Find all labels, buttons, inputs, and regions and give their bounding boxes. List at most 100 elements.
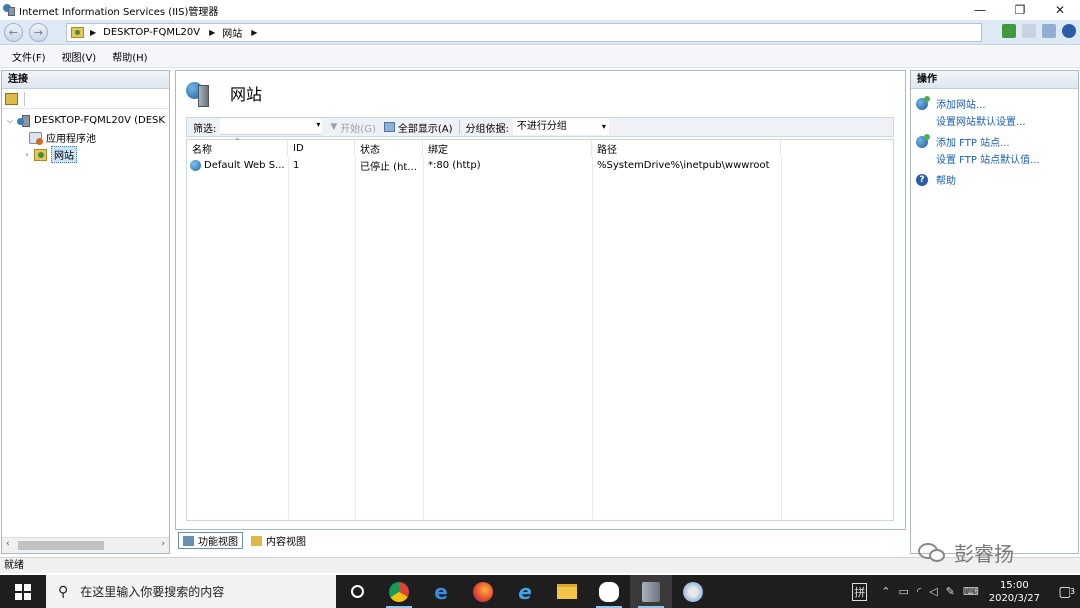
chevron-right-icon[interactable]: › [22,150,32,159]
chevron-right-icon[interactable]: ▶ [251,28,257,37]
chevron-right-icon[interactable]: ▶ [90,28,96,37]
column-header-path[interactable]: 路径 [592,140,781,157]
breadcrumb-sites[interactable]: 网站 [222,25,242,40]
taskbar-search[interactable]: ⚲ 在这里输入你要搜索的内容 [46,575,336,608]
tab-content-view[interactable]: 内容视图 [247,532,310,549]
sites-list: ⌃ 名称 ID 状态 绑定 路径 Default Web S... 1 已停止 … [186,137,894,521]
search-placeholder: 在这里输入你要搜索的内容 [80,585,225,599]
taskbar-iis-manager[interactable] [630,575,672,608]
chevron-down-icon[interactable]: ⌵ [5,116,15,126]
scroll-left-icon[interactable]: ‹ [6,539,10,549]
ime-indicator[interactable]: 拼 [852,582,868,601]
show-all-label: 全部显示(A) [397,123,453,135]
home-icon[interactable] [1042,24,1056,38]
connect-icon[interactable] [1002,24,1016,38]
menu-bar: 文件(F) 视图(V) 帮助(H) [0,46,1080,68]
connections-pane: 连接 ⌵ DESKTOP-FQML20V (DESK 应用程序池 › 网站 ‹ … [1,70,170,554]
filter-input[interactable] [220,119,323,135]
action-help-label[interactable]: 帮助 [936,172,956,187]
volume-icon[interactable]: ◁ [929,585,937,598]
help-icon[interactable] [1062,24,1076,38]
actions-title: 操作 [911,71,1078,89]
taskbar-firefox[interactable] [462,575,504,608]
chevron-right-icon[interactable]: ▶ [209,28,215,37]
stop-icon[interactable] [1022,24,1036,38]
start-button[interactable] [0,575,46,608]
clock[interactable]: 15:00 2020/3/27 [989,579,1040,605]
back-button[interactable]: ← [4,23,23,42]
column-divider [781,157,782,520]
firefox-icon [473,581,493,602]
breadcrumb-server[interactable]: DESKTOP-FQML20V [103,27,200,38]
cell-status: 已停止 (ht... [360,162,417,173]
column-divider [592,157,593,520]
column-header-binding[interactable]: 绑定 [423,140,592,157]
minimize-button[interactable]: — [960,0,1000,20]
view-tabs: 功能视图 内容视图 [178,532,314,549]
go-button[interactable]: ▼ 开始(G) [330,120,375,135]
keyboard-icon[interactable]: ⌨ [963,585,979,598]
horizontal-scrollbar[interactable]: ‹ › [2,537,169,553]
title-bar: Internet Information Services (IIS)管理器 —… [0,0,1080,20]
cell-path: %SystemDrive%\inetpub\wwwroot [597,160,770,171]
tree-item-sites[interactable]: › 网站 [2,146,169,163]
close-button[interactable]: ✕ [1040,0,1080,20]
menu-file[interactable]: 文件(F) [12,49,46,64]
task-view-button[interactable] [336,575,378,608]
tab-features-view[interactable]: 功能视图 [178,532,243,549]
table-row[interactable]: Default Web S... 1 已停止 (ht... *:80 (http… [187,157,893,174]
action-add-ftp-site-label[interactable]: 添加 FTP 站点... [936,134,1010,149]
page-title: 网站 [230,85,263,104]
notification-count: 3 [1069,586,1075,596]
group-by-label: 分组依据: [465,123,509,135]
taskbar-ie[interactable]: e [504,575,546,608]
taskbar-chrome[interactable] [378,575,420,608]
connections-tree: ⌵ DESKTOP-FQML20V (DESK 应用程序池 › 网站 [2,109,169,163]
tab-features-view-label: 功能视图 [198,537,238,548]
iis-manager-icon [642,581,660,602]
server-icon [17,114,30,127]
taskbar: ⚲ 在这里输入你要搜索的内容 e e 拼 ⌃ ▭ ◜ ◁ ✎ ⌨ 15:00 2… [0,575,1080,608]
menu-help[interactable]: 帮助(H) [112,49,147,64]
action-add-website[interactable]: 添加网站... [911,95,1078,112]
action-website-defaults[interactable]: 设置网站默认设置... [911,112,1078,129]
group-by-select[interactable]: 不进行分组 [512,119,609,135]
breadcrumb[interactable]: ▶ DESKTOP-FQML20V ▶ 网站 ▶ [66,23,982,42]
taskbar-explorer[interactable] [546,575,588,608]
content-view-icon [251,535,262,546]
taskbar-paint[interactable] [672,575,714,608]
tree-item-app-pools[interactable]: 应用程序池 [2,129,169,146]
menu-view[interactable]: 视图(V) [62,49,97,64]
paint-icon [683,581,703,602]
help-icon: ? [916,173,928,186]
scroll-right-icon[interactable]: › [161,539,165,549]
cell-name: Default Web S... [187,157,288,174]
show-all-button[interactable]: 全部显示(A) [383,120,453,135]
search-icon: ⚲ [58,583,69,600]
action-help[interactable]: ? 帮助 [911,171,1078,188]
connect-to-server-icon[interactable] [5,92,18,105]
column-header-status[interactable]: 状态 [355,140,423,157]
tree-label-app-pools: 应用程序池 [46,134,96,145]
notifications-button[interactable]: ▢ 3 [1050,584,1080,600]
restore-button[interactable]: ❐ [1000,0,1040,20]
battery-icon[interactable]: ▭ [898,585,908,598]
taskbar-wechat[interactable] [588,575,630,608]
action-ftp-defaults[interactable]: 设置 FTP 站点默认值... [911,150,1078,167]
column-header-id[interactable]: ID [288,140,355,157]
action-add-website-label[interactable]: 添加网站... [936,96,986,111]
forward-button[interactable]: → [29,23,48,42]
pen-icon[interactable]: ✎ [946,585,955,598]
site-name: Default Web S... [204,160,285,171]
scrollbar-thumb[interactable] [18,541,104,550]
action-add-ftp-site[interactable]: 添加 FTP 站点... [911,133,1078,150]
tree-item-server[interactable]: ⌵ DESKTOP-FQML20V (DESK [2,112,169,129]
cell-id: 1 [293,160,300,171]
network-icon[interactable]: ◜ [917,585,921,598]
clock-time: 15:00 [999,579,1029,591]
funnel-icon: ▼ [330,122,338,132]
filter-bar: 筛选: ▼ 开始(G) 全部显示(A) 分组依据: 不进行分组 [186,117,894,137]
chevron-up-icon[interactable]: ⌃ [881,585,890,598]
tree-label-server: DESKTOP-FQML20V (DESK [34,115,165,126]
taskbar-edge[interactable]: e [420,575,462,608]
